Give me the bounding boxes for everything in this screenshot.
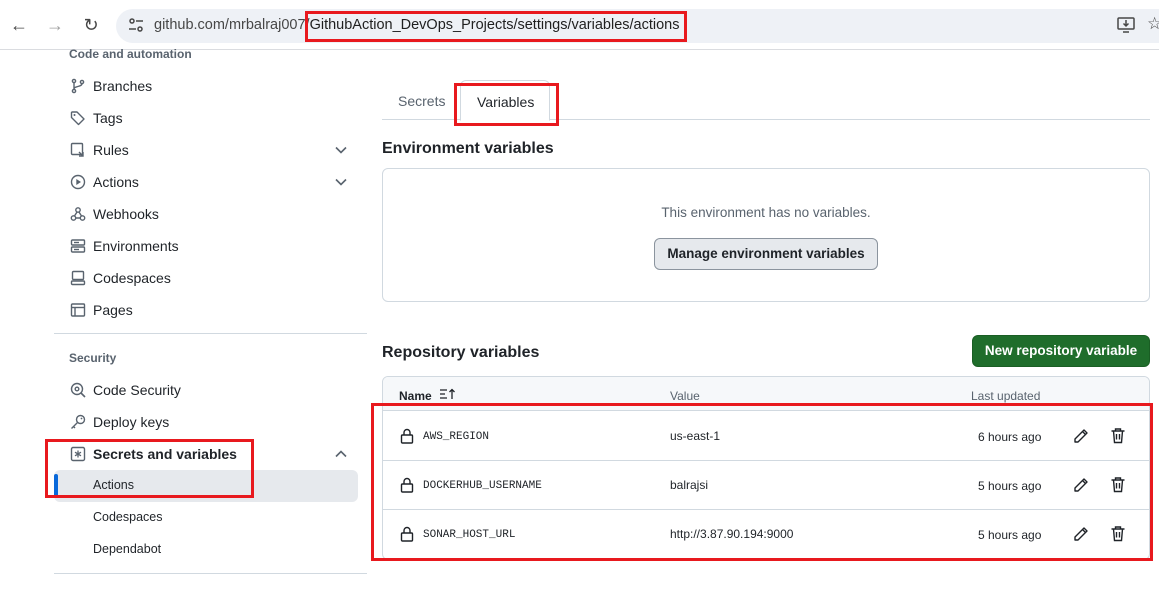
empty-state-text: This environment has no variables. [661,205,871,220]
sidebar-item-deploy-keys[interactable]: Deploy keys [54,406,358,438]
reload-icon[interactable]: ↻ [79,13,103,37]
sidebar-item-label: Codespaces [93,270,171,286]
annotation-highlight-url [305,11,687,42]
back-arrow-icon[interactable]: ← [7,13,31,37]
tag-icon [70,111,85,126]
sidebar-divider [54,333,367,334]
manage-environment-variables-button[interactable]: Manage environment variables [654,238,878,270]
repository-variables-title: Repository variables [382,344,540,361]
sidebar-item-actions[interactable]: Actions [54,166,358,198]
sidebar-item-label: Code Security [93,382,181,398]
chevron-up-icon[interactable] [334,447,348,461]
sidebar-item-branches[interactable]: Branches [54,70,358,102]
chevron-down-icon[interactable] [334,175,348,189]
key-icon [71,414,86,429]
browser-icon [70,303,86,317]
sidebar-subitem-label: Codespaces [93,510,163,524]
sidebar-subitem-dependabot[interactable]: Dependabot [54,534,358,566]
sidebar-item-pages[interactable]: Pages [54,294,358,326]
sidebar-divider [54,573,367,574]
column-header-last-updated: Last updated [971,389,1041,403]
chevron-down-icon[interactable] [334,143,348,157]
sidebar-item-label: Environments [93,238,179,254]
sidebar-section-heading: Code and automation [69,47,192,61]
tab-secrets[interactable]: Secrets [382,80,456,120]
sidebar-subitem-codespaces[interactable]: Codespaces [54,502,358,534]
install-app-icon[interactable] [1117,17,1135,33]
sidebar-item-code-security[interactable]: Code Security [54,374,358,406]
sidebar-item-label: Pages [93,302,133,318]
sidebar-item-label: Tags [93,110,123,126]
play-icon [70,174,86,190]
sidebar-item-codespaces[interactable]: Codespaces [54,262,358,294]
codescan-icon [70,382,86,398]
sort-ascending-icon[interactable] [439,388,457,400]
bookmark-star-icon[interactable]: ☆ [1147,14,1159,34]
sidebar-item-label: Rules [93,142,129,158]
rules-icon [70,142,84,157]
annotation-highlight-sidebar [45,439,254,498]
sidebar-item-tags[interactable]: Tags [54,102,358,134]
annotation-highlight-tab [454,83,559,126]
sidebar-item-label: Branches [93,78,153,94]
environment-variables-panel: This environment has no variables. Manag… [382,168,1150,302]
site-settings-icon[interactable] [128,17,144,33]
sidebar-item-webhooks[interactable]: Webhooks [54,198,358,230]
codespaces-icon [70,270,86,286]
git-branch-icon [71,78,85,94]
forward-arrow-icon[interactable]: → [43,13,67,37]
sidebar-item-environments[interactable]: Environments [54,230,358,262]
sidebar-item-rules[interactable]: Rules [54,134,358,166]
sidebar-item-label: Actions [93,174,139,190]
webhook-icon [70,207,86,221]
sidebar-section-heading: Security [69,351,117,365]
sidebar-item-label: Webhooks [93,206,159,222]
sidebar-item-label: Deploy keys [93,414,170,430]
column-header-name[interactable]: Name [399,389,432,403]
annotation-highlight-table [371,403,1153,561]
column-header-value: Value [670,389,700,403]
environment-variables-title: Environment variables [382,140,554,157]
settings-sidebar: Code and automation Branches Tags Rules … [54,47,367,589]
new-repository-variable-button[interactable]: New repository variable [972,335,1150,367]
server-icon [70,239,86,253]
sidebar-subitem-label: Dependabot [93,542,162,556]
